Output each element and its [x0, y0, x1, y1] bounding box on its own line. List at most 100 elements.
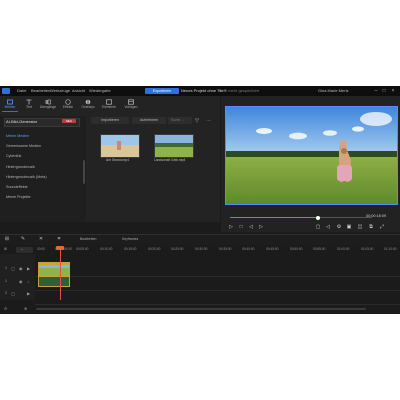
edit-icon[interactable]: ✎: [20, 236, 26, 242]
ruler-label: 01:10:00: [384, 247, 397, 251]
tree-item-cyberlink[interactable]: Cyberlink: [6, 154, 21, 159]
ruler-label: 00:50:00: [290, 247, 303, 251]
video-track-icon: ▶: [27, 266, 31, 271]
video-clip-thumbnail: [39, 263, 69, 277]
active-tab-indicator: [2, 111, 18, 112]
media-thumbnail[interactable]: [154, 134, 194, 158]
beach-video-thumbnail: [101, 135, 139, 157]
zoom-out-icon[interactable]: ⊖: [4, 307, 7, 311]
menu-tools[interactable]: Werkzeuge: [50, 89, 70, 93]
lock-track-2-icon[interactable]: ▢: [11, 292, 15, 296]
settings-icon[interactable]: ⚙: [336, 224, 342, 230]
record-button[interactable]: Aufnehmen: [132, 117, 166, 124]
track-1-number: 1: [5, 266, 7, 270]
play-icon[interactable]: ▷: [228, 224, 234, 230]
user-name[interactable]: Gina Marie Mertz: [318, 89, 349, 93]
zoom-fit-button[interactable]: [16, 247, 33, 253]
filter-icon[interactable]: ▽: [195, 119, 199, 124]
preview-progress: [230, 217, 319, 218]
video-preview[interactable]: [225, 106, 398, 205]
audio-clip[interactable]: [38, 276, 70, 287]
audio-track[interactable]: [35, 276, 400, 291]
menu-view[interactable]: Ansicht: [72, 89, 85, 93]
zoom-fit-icon: ↔: [20, 247, 24, 251]
ruler-label: 01:05:00: [361, 247, 374, 251]
tree-item-my-projects[interactable]: Meine Projekte: [6, 195, 31, 200]
landscape-video-thumbnail: [155, 135, 193, 157]
next-frame-icon[interactable]: ▷: [258, 224, 264, 230]
tree-item-shared-media[interactable]: Gemeinsame Medien: [6, 144, 41, 149]
volume-icon[interactable]: ◁: [325, 224, 331, 230]
menu-file[interactable]: Datei: [17, 89, 26, 93]
ruler-label: 00:15:00: [124, 247, 137, 251]
edit-tool-label[interactable]: Bearbeiten: [80, 237, 96, 241]
video-track-2-icon: ▶: [27, 291, 31, 296]
menu-playback[interactable]: Wiedergabe: [89, 89, 111, 93]
maximize-icon[interactable]: □: [381, 88, 387, 94]
playhead-handle[interactable]: [56, 246, 64, 250]
ruler-label: 00:30:00: [195, 247, 208, 251]
close-icon[interactable]: ×: [390, 88, 396, 94]
preview-timecode: 00:00:18:09: [366, 214, 387, 218]
preview-frame-image: [226, 107, 397, 204]
elements-tab-label: Elemente: [102, 105, 116, 109]
sidebar-scrollbar[interactable]: [83, 160, 85, 184]
scrubber-handle[interactable]: [316, 215, 321, 220]
crop-icon[interactable]: ⌗: [56, 236, 62, 242]
templates-tab-label: Vorlagen: [124, 105, 138, 109]
minimize-icon[interactable]: –: [373, 88, 379, 94]
ruler-label: 00:10:00: [100, 247, 113, 251]
lock-track-icon[interactable]: ▢: [11, 267, 15, 271]
media-thumbnail[interactable]: [100, 134, 140, 158]
track-1-audio-number: 1: [5, 279, 7, 283]
ruler-label: 00:20:00: [148, 247, 161, 251]
transitions-tab-label: Übergänge: [39, 105, 57, 109]
ruler-label: 00:55:00: [313, 247, 326, 251]
mute-icon[interactable]: ◉: [19, 280, 23, 284]
video-editor-window: Datei Bearbeiten Werkzeuge Ansicht Wiede…: [0, 86, 400, 314]
export-button[interactable]: Exportieren: [145, 88, 179, 94]
ruler-label: 01:00:00: [337, 247, 350, 251]
more-options-icon[interactable]: ⋯: [206, 119, 211, 124]
tree-item-my-media[interactable]: Meine Medien: [6, 134, 29, 139]
thumbnail-label: Am Strand.mp4: [106, 158, 129, 162]
video-track[interactable]: [35, 262, 400, 277]
media-tab-label: Medien: [4, 105, 16, 109]
app-logo-icon: [2, 88, 10, 94]
keyframes-tool-label[interactable]: Keyframes: [122, 237, 138, 241]
cut-icon[interactable]: ✕: [38, 236, 44, 242]
playhead[interactable]: [60, 246, 61, 300]
video-track-2[interactable]: [35, 290, 400, 305]
ruler-label: 00:00: [37, 247, 45, 251]
stop-icon[interactable]: □: [238, 224, 244, 230]
thumbnail-label: Landschaft Gelb.mp4: [154, 158, 186, 162]
tree-item-background-music[interactable]: Hintergrundmusik: [6, 165, 35, 170]
snapshot-icon[interactable]: ▢: [315, 224, 321, 230]
zoom-in-icon[interactable]: ⊕: [24, 307, 27, 311]
previous-frame-icon[interactable]: ◁: [248, 224, 254, 230]
ruler-label: 00:40:00: [242, 247, 255, 251]
overlays-tab-label: Overlays: [81, 105, 95, 109]
library-selector-label: AI-Bild-Generator: [6, 119, 38, 124]
audio-track-icon: ♪: [27, 279, 29, 284]
display-icon[interactable]: ▣: [346, 224, 352, 230]
ruler-label: 00:45:00: [266, 247, 279, 251]
timeline-scrollbar[interactable]: [36, 308, 366, 310]
ruler-label: 00:05:00: [76, 247, 89, 251]
track-manager-icon[interactable]: ⊞: [4, 236, 10, 242]
track-2-number: 2: [5, 291, 7, 295]
quality-icon[interactable]: ◫: [357, 224, 363, 230]
search-input[interactable]: Suche ...: [168, 117, 192, 124]
tree-item-sound-effects[interactable]: Soundeffekte: [6, 185, 28, 190]
visibility-icon[interactable]: ◉: [19, 267, 23, 271]
tree-item-background-music-meta[interactable]: Hintergrundmusik (Meta): [6, 175, 47, 180]
ruler-label: 00:35:00: [219, 247, 232, 251]
ruler-label: 00:25:00: [171, 247, 184, 251]
menu-edit[interactable]: Bearbeiten: [31, 89, 50, 93]
undock-icon[interactable]: ⧉: [368, 224, 374, 230]
text-tab-label: Text: [25, 105, 33, 109]
import-button[interactable]: Importieren: [91, 117, 129, 124]
add-track-icon[interactable]: ⊞: [4, 247, 7, 252]
effects-tab-label: Effekte: [62, 105, 74, 109]
fullscreen-icon[interactable]: ⤢: [379, 224, 385, 230]
